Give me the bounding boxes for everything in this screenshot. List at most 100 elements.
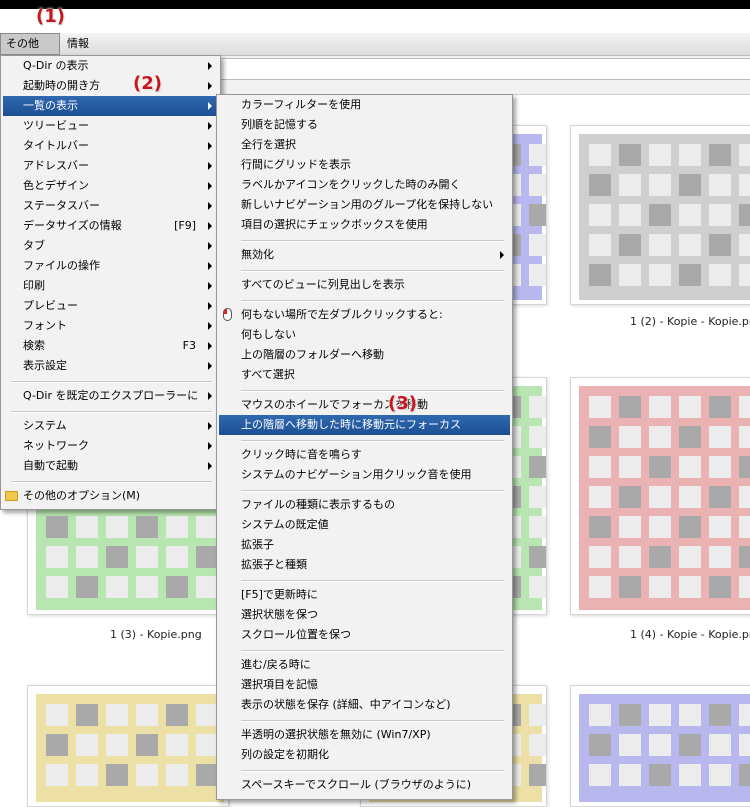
list-view-submenu-item[interactable]: 列順を記憶する: [219, 115, 510, 135]
list-view-submenu-item[interactable]: すべて選択: [219, 365, 510, 385]
list-view-submenu-item[interactable]: 全行を選択: [219, 135, 510, 155]
other-menu-item-label: 起動時の開き方: [23, 79, 100, 92]
other-menu-item[interactable]: データサイズの情報 [F9]: [3, 216, 218, 236]
other-menu-item[interactable]: 起動時の開き方: [3, 76, 218, 96]
other-menu-item[interactable]: ツリービュー: [3, 116, 218, 136]
other-menu-item-label: 自動で起動: [23, 459, 78, 472]
menu-separator: [11, 411, 212, 413]
other-menu-item[interactable]: ファイルの操作: [3, 256, 218, 276]
list-view-submenu-item-label: 全行を選択: [241, 138, 296, 151]
submenu-arrow-icon: [208, 262, 212, 270]
list-view-submenu-item[interactable]: スペースキーでスクロール (ブラウザのように): [219, 775, 510, 795]
list-view-submenu-item[interactable]: システムのナビゲーション用クリック音を使用: [219, 465, 510, 485]
submenu-arrow-icon: [208, 242, 212, 250]
list-view-submenu-item[interactable]: ラベルかアイコンをクリックした時のみ開く: [219, 175, 510, 195]
list-view-submenu-item-label: 列順を記憶する: [241, 118, 318, 131]
list-view-submenu-item-label: 無効化: [241, 248, 274, 261]
list-view-submenu-item[interactable]: 何もない場所で左ダブルクリックすると:: [219, 305, 510, 325]
list-view-submenu-item[interactable]: [F5]で更新時に: [219, 585, 510, 605]
submenu-arrow-icon: [208, 362, 212, 370]
submenu-arrow-icon: [208, 182, 212, 190]
list-view-submenu-item[interactable]: 拡張子と種類: [219, 555, 510, 575]
list-view-submenu-item[interactable]: マウスのホイールでフォーカスを移動: [219, 395, 510, 415]
other-menu-item[interactable]: 表示設定: [3, 356, 218, 376]
list-view-submenu-item-label: 行間にグリッドを表示: [241, 158, 351, 171]
thumbnail-label: 1 (2) - Kopie - Kopie.png: [630, 315, 750, 328]
other-menu-item[interactable]: タイトルバー: [3, 136, 218, 156]
other-menu-item-label: データサイズの情報: [23, 219, 122, 232]
submenu-arrow-icon: [208, 342, 212, 350]
list-view-submenu-item[interactable]: 上の階層のフォルダーへ移動: [219, 345, 510, 365]
list-view-submenu-item[interactable]: 列の設定を初期化: [219, 745, 510, 765]
list-view-submenu-item[interactable]: すべてのビューに列見出しを表示: [219, 275, 510, 295]
submenu-arrow-icon: [208, 82, 212, 90]
list-view-submenu-item[interactable]: 選択項目を記憶: [219, 675, 510, 695]
other-menu-item[interactable]: アドレスバー: [3, 156, 218, 176]
list-view-submenu-item-label: クリック時に音を鳴らす: [241, 448, 362, 461]
other-menu-item[interactable]: Q-Dir を既定のエクスプローラーに: [3, 386, 218, 406]
submenu-arrow-icon: [208, 62, 212, 70]
submenu-arrow-icon: [208, 462, 212, 470]
other-menu-item[interactable]: ネットワーク: [3, 436, 218, 456]
list-view-submenu-item[interactable]: ファイルの種類に表示するもの: [219, 495, 510, 515]
mouse-icon: [223, 308, 232, 321]
list-view-submenu-item[interactable]: カラーフィルターを使用: [219, 95, 510, 115]
thumbnail-red-1[interactable]: [570, 377, 750, 615]
other-menu-item[interactable]: タブ: [3, 236, 218, 256]
list-view-submenu-item-label: スクロール位置を保つ: [241, 628, 351, 641]
submenu-arrow-icon: [208, 162, 212, 170]
menu-info[interactable]: 情報: [62, 33, 94, 55]
submenu-arrow-icon: [208, 202, 212, 210]
list-view-submenu-item[interactable]: 選択状態を保つ: [219, 605, 510, 625]
list-view-submenu-item[interactable]: 行間にグリッドを表示: [219, 155, 510, 175]
other-menu-item-label: ファイルの操作: [23, 259, 100, 272]
other-menu-item[interactable]: システム: [3, 416, 218, 436]
thumbnail-image: [36, 694, 224, 802]
list-view-submenu-item[interactable]: 項目の選択にチェックボックスを使用: [219, 215, 510, 235]
menu-other[interactable]: その他(X): [0, 33, 60, 70]
list-view-submenu-item[interactable]: 進む/戻る時に: [219, 655, 510, 675]
list-view-submenu-item[interactable]: 何もしない: [219, 325, 510, 345]
list-view-submenu-item[interactable]: 表示の状態を保存 (詳細、中アイコンなど): [219, 695, 510, 715]
list-view-submenu-item[interactable]: 無効化: [219, 245, 510, 265]
other-menu-item[interactable]: その他のオプション(M): [3, 486, 218, 506]
thumbnail-image: [579, 386, 750, 610]
other-menu-item[interactable]: 検索 F3: [3, 336, 218, 356]
thumbnail-gray-1[interactable]: [570, 125, 750, 305]
list-view-submenu-item-label: 半透明の選択状態を無効に (Win7/XP): [241, 728, 431, 741]
other-menu-item[interactable]: 印刷: [3, 276, 218, 296]
other-menu-item[interactable]: 色とデザイン: [3, 176, 218, 196]
menu-separator: [241, 650, 504, 652]
other-menu-item[interactable]: フォント: [3, 316, 218, 336]
other-menu-item[interactable]: Q-Dir の表示: [3, 56, 218, 76]
submenu-arrow-icon: [208, 392, 212, 400]
menu-separator: [241, 490, 504, 492]
menu-separator: [241, 240, 504, 242]
menu-separator: [11, 481, 212, 483]
other-menu-item[interactable]: ステータスバー: [3, 196, 218, 216]
list-view-submenu-item[interactable]: 拡張子: [219, 535, 510, 555]
list-view-submenu-item[interactable]: システムの既定値: [219, 515, 510, 535]
other-menu-item-label: フォント: [23, 319, 67, 332]
other-menu-item[interactable]: 自動で起動: [3, 456, 218, 476]
other-menu-item[interactable]: プレビュー: [3, 296, 218, 316]
address-bar[interactable]: [218, 58, 750, 80]
thumbnail-yellow-1[interactable]: [27, 685, 229, 807]
other-menu-item-label: Q-Dir の表示: [23, 59, 89, 72]
list-view-submenu-item-label: [F5]で更新時に: [241, 588, 318, 601]
list-view-submenu-item[interactable]: 上の階層へ移動した時に移動元にフォーカス: [219, 415, 510, 435]
menu-bar: その他(X) 情報: [0, 33, 750, 70]
list-view-submenu-item[interactable]: スクロール位置を保つ: [219, 625, 510, 645]
list-view-submenu-item-label: ラベルかアイコンをクリックした時のみ開く: [241, 178, 461, 191]
list-view-submenu-item[interactable]: 新しいナビゲーション用のグループ化を保持しない: [219, 195, 510, 215]
submenu-arrow-icon: [208, 442, 212, 450]
list-view-submenu-item[interactable]: クリック時に音を鳴らす: [219, 445, 510, 465]
submenu-arrow-icon: [208, 222, 212, 230]
other-menu-item-label: 色とデザイン: [23, 179, 89, 192]
thumbnail-blue-2[interactable]: [570, 685, 750, 807]
list-view-submenu-item[interactable]: 半透明の選択状態を無効に (Win7/XP): [219, 725, 510, 745]
other-menu-item[interactable]: 一覧の表示: [3, 96, 218, 116]
other-menu-item-label: その他のオプション(M): [23, 489, 141, 502]
other-menu-item-label: タイトルバー: [23, 139, 89, 152]
other-menu-item-label: 検索: [23, 339, 45, 352]
